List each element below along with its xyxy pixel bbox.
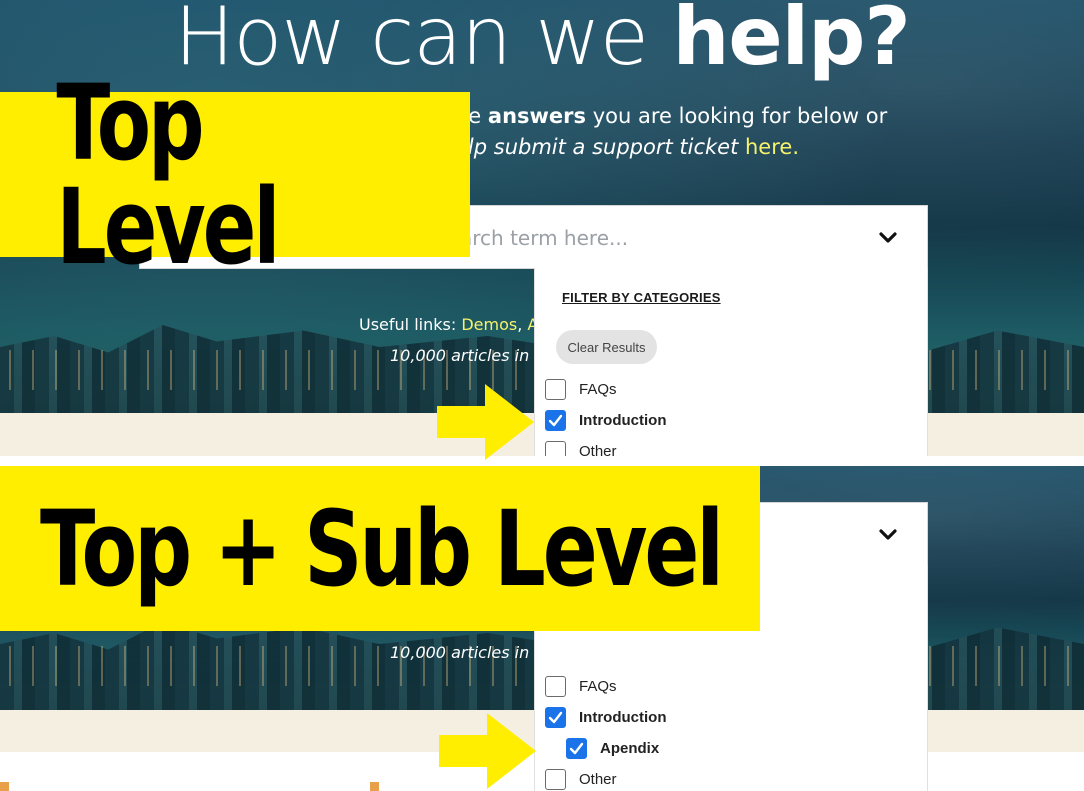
checkbox[interactable] — [545, 441, 566, 456]
category-other[interactable]: Other — [545, 441, 617, 456]
category-faqs[interactable]: FAQs — [545, 676, 617, 697]
demos-link[interactable]: Demos — [461, 315, 517, 334]
callout-label-top-sub-level: Top + Sub Level — [0, 466, 760, 631]
callout-label-top-level: Top Level — [0, 71, 470, 279]
checkbox[interactable] — [545, 379, 566, 400]
checkbox-checked[interactable] — [566, 738, 587, 759]
checkbox-checked[interactable] — [545, 707, 566, 728]
checkbox[interactable] — [545, 769, 566, 790]
folder-icon — [370, 782, 379, 791]
category-card-peek — [370, 782, 430, 791]
chevron-down-icon[interactable] — [879, 229, 897, 247]
category-faqs[interactable]: FAQs — [545, 379, 617, 400]
useful-links: Useful links: Demos, Ac — [359, 315, 547, 334]
hero-subtitle-line2: elp submit a support ticket here. — [455, 135, 799, 159]
articles-count-text: 10,000 articles in o — [390, 346, 545, 365]
category-introduction[interactable]: Introduction — [545, 410, 666, 431]
category-label: FAQs — [579, 678, 617, 695]
search-placeholder: arch term here... — [460, 226, 629, 250]
checkbox-checked[interactable] — [545, 410, 566, 431]
category-label: Apendix — [600, 740, 660, 757]
hero-subtitle-line1: he answers you are looking for below or — [455, 104, 888, 128]
chevron-down-icon[interactable] — [879, 526, 897, 544]
checkbox[interactable] — [545, 676, 566, 697]
checkmark-icon — [548, 414, 563, 427]
category-label: Other — [579, 443, 617, 456]
checkmark-icon — [548, 711, 563, 724]
category-filter-dropdown: FILTER BY CATEGORIES Clear Results FAQs … — [534, 268, 928, 456]
category-label: FAQs — [579, 381, 617, 398]
panel-separator — [0, 456, 1084, 466]
category-other[interactable]: Other — [545, 769, 617, 790]
category-introduction[interactable]: Introduction — [545, 707, 666, 728]
arrow-right-icon — [439, 713, 536, 789]
category-label: Other — [579, 771, 617, 788]
articles-count-text: 10,000 articles in o — [390, 643, 545, 662]
category-label: Introduction — [579, 709, 667, 726]
category-label: Introduction — [579, 412, 667, 429]
subcategory-apendix[interactable]: Apendix — [566, 738, 659, 759]
folder-icon — [0, 782, 9, 791]
filter-heading: FILTER BY CATEGORIES — [562, 290, 721, 305]
arrow-right-icon — [437, 384, 534, 460]
clear-results-button[interactable]: Clear Results — [556, 330, 657, 364]
category-card-peek — [0, 782, 140, 791]
support-ticket-link[interactable]: here. — [745, 135, 799, 159]
checkmark-icon — [569, 742, 584, 755]
